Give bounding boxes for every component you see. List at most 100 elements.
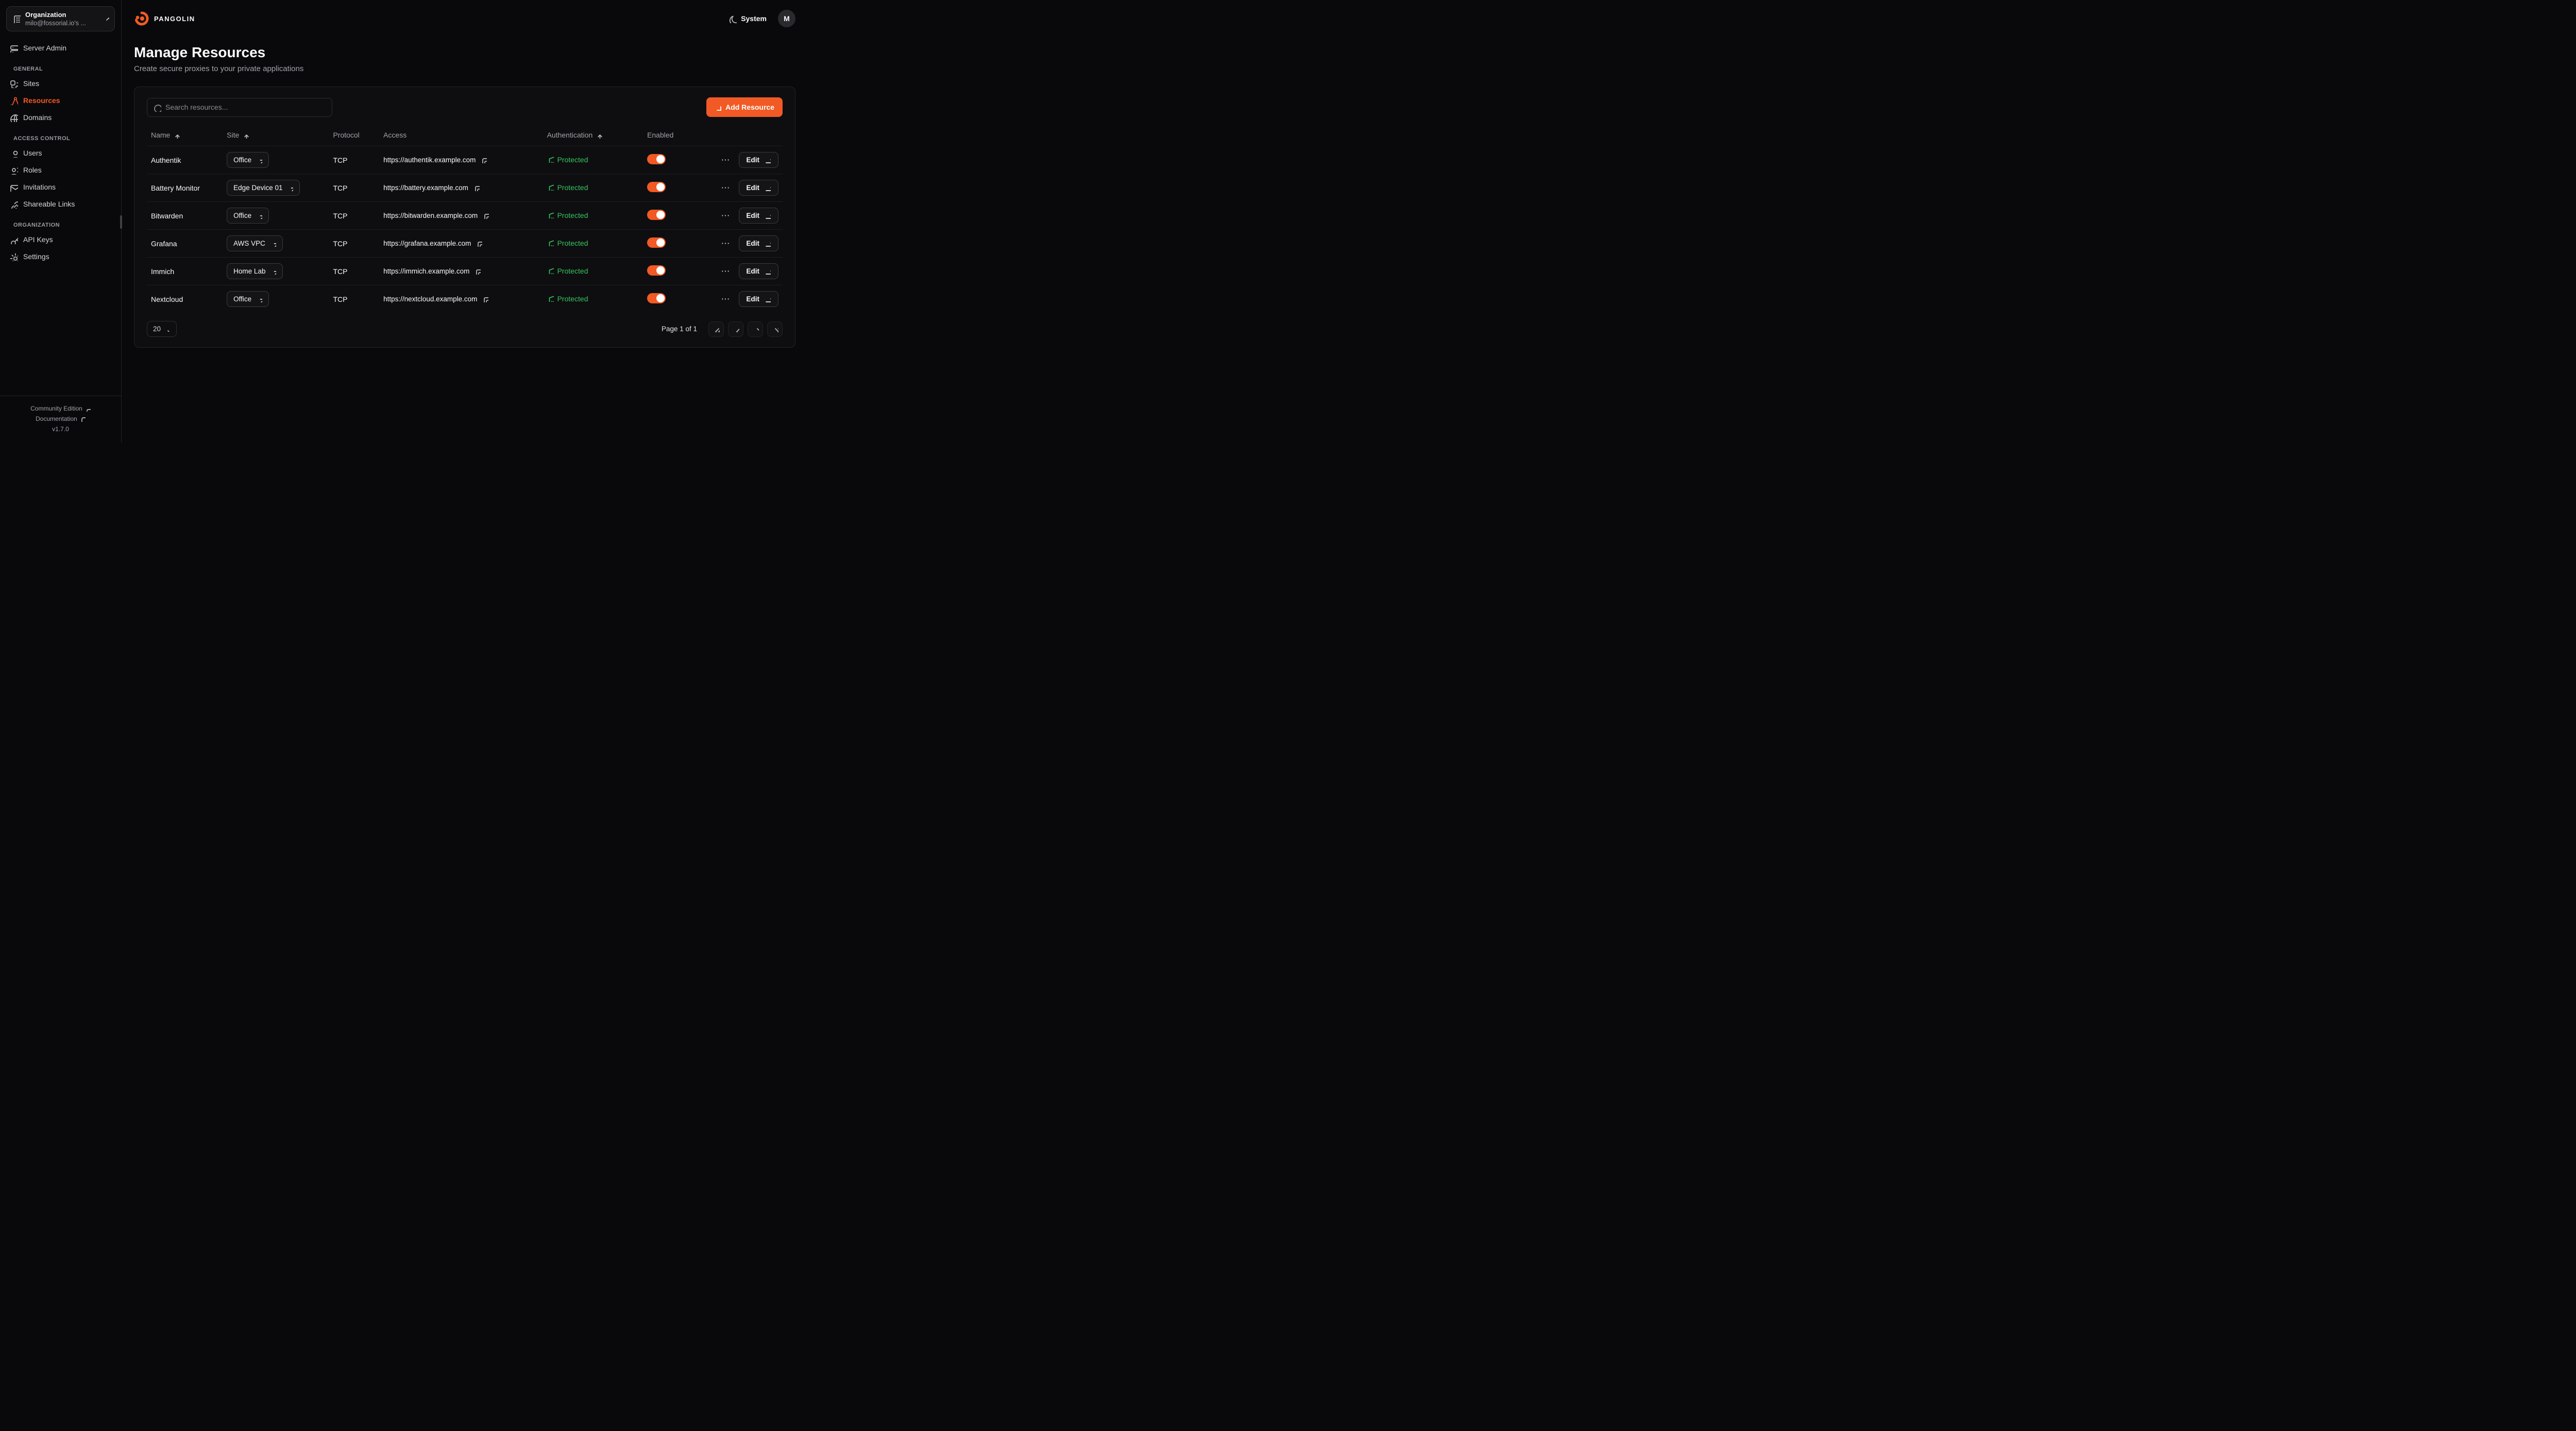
sidebar-item-label: Domains: [23, 113, 52, 122]
sidebar-item-invitations[interactable]: Invitations: [4, 179, 117, 196]
last-page-button[interactable]: [767, 321, 783, 337]
toggle-knob: [656, 294, 665, 302]
protocol-value: TCP: [333, 295, 347, 303]
site-name: Office: [233, 295, 251, 303]
sidebar-item-settings[interactable]: Settings: [4, 248, 117, 265]
community-edition-link[interactable]: Community Edition: [4, 403, 117, 414]
org-selector[interactable]: Organization milo@fossorial.io's ...: [6, 6, 115, 31]
next-page-button[interactable]: [748, 321, 763, 337]
sidebar-item-domains[interactable]: Domains: [4, 109, 117, 126]
page-subtitle: Create secure proxies to your private ap…: [134, 64, 795, 73]
edit-button[interactable]: Edit: [739, 180, 779, 196]
site-link-button[interactable]: Edge Device 01: [227, 180, 300, 196]
table-row: Battery Monitor Edge Device 01 TCP https…: [147, 174, 783, 202]
theme-toggle[interactable]: System: [728, 14, 767, 23]
table-header-row: Name Site Protocol Access Authentication: [147, 124, 783, 146]
edit-label: Edit: [747, 295, 760, 303]
auth-status-label: Protected: [557, 239, 588, 247]
row-menu-button[interactable]: ⋯: [719, 154, 733, 166]
sort-icon: [596, 132, 602, 139]
add-resource-button[interactable]: Add Resource: [706, 97, 783, 117]
copy-url-button[interactable]: [476, 240, 482, 247]
copy-url-button[interactable]: [482, 296, 488, 302]
enabled-toggle[interactable]: [647, 154, 666, 164]
sidebar-item-resources[interactable]: Resources: [4, 92, 117, 109]
enabled-toggle[interactable]: [647, 293, 666, 303]
site-link-button[interactable]: Office: [227, 291, 269, 307]
site-link-button[interactable]: Office: [227, 152, 269, 168]
column-header-access: Access: [383, 131, 406, 139]
sidebar-item-users[interactable]: Users: [4, 145, 117, 162]
search-input[interactable]: [147, 98, 332, 117]
access-url: https://nextcloud.example.com: [383, 295, 477, 303]
site-link-button[interactable]: Home Lab: [227, 263, 283, 279]
edit-button[interactable]: Edit: [739, 291, 779, 307]
sites-icon: [9, 79, 18, 88]
enabled-toggle[interactable]: [647, 210, 666, 220]
enabled-toggle[interactable]: [647, 182, 666, 192]
edit-button[interactable]: Edit: [739, 208, 779, 224]
avatar[interactable]: M: [778, 10, 795, 27]
copy-icon: [480, 157, 487, 163]
sidebar-item-server-admin[interactable]: Server Admin: [4, 40, 117, 57]
row-menu-button[interactable]: ⋯: [719, 265, 733, 278]
shield-check-icon: [547, 267, 554, 274]
table-row: Authentik Office TCP https://authentik.e…: [147, 146, 783, 174]
enabled-toggle[interactable]: [647, 237, 666, 248]
site-name: Edge Device 01: [233, 184, 282, 192]
copy-url-button[interactable]: [473, 184, 480, 191]
row-menu-button[interactable]: ⋯: [719, 293, 733, 305]
copy-url-button[interactable]: [474, 268, 481, 275]
arrow-up-right-icon: [256, 296, 262, 302]
documentation-label: Documentation: [36, 415, 77, 422]
site-name: Home Lab: [233, 267, 265, 275]
row-menu-button[interactable]: ⋯: [719, 182, 733, 194]
page-header: Manage Resources Create secure proxies t…: [122, 37, 808, 87]
auth-status-label: Protected: [557, 156, 588, 164]
table-row: Immich Home Lab TCP https://immich.examp…: [147, 258, 783, 285]
sidebar-item-label: Shareable Links: [23, 200, 75, 208]
add-resource-label: Add Resource: [725, 103, 774, 111]
sort-site-button[interactable]: [242, 132, 249, 139]
sort-authentication-button[interactable]: [596, 132, 602, 139]
brand[interactable]: PANGOLIN: [134, 11, 195, 26]
arrow-right-icon: [764, 184, 771, 191]
documentation-link[interactable]: Documentation: [4, 414, 117, 424]
link-icon: [9, 200, 18, 209]
copy-url-button[interactable]: [480, 157, 487, 163]
enabled-toggle[interactable]: [647, 265, 666, 276]
edit-button[interactable]: Edit: [739, 235, 779, 251]
row-menu-button[interactable]: ⋯: [719, 237, 733, 250]
pangolin-logo-icon: [134, 11, 149, 26]
arrow-up-right-icon: [256, 157, 262, 163]
arrow-up-right-icon: [256, 212, 262, 219]
sidebar-resize-handle[interactable]: [120, 215, 122, 229]
first-page-button[interactable]: [708, 321, 724, 337]
section-label-general: GENERAL: [4, 57, 117, 75]
auth-status-badge: Protected: [547, 239, 588, 247]
page-size-select[interactable]: 20: [147, 321, 177, 337]
sort-icon: [242, 132, 249, 139]
site-link-button[interactable]: Office: [227, 208, 269, 224]
edit-button[interactable]: Edit: [739, 152, 779, 168]
site-name: AWS VPC: [233, 240, 265, 247]
previous-page-button[interactable]: [728, 321, 743, 337]
sidebar-item-sites[interactable]: Sites: [4, 75, 117, 92]
copy-url-button[interactable]: [482, 212, 489, 219]
site-link-button[interactable]: AWS VPC: [227, 235, 283, 251]
sidebar-item-api-keys[interactable]: API Keys: [4, 231, 117, 248]
sidebar-item-roles[interactable]: Roles: [4, 162, 117, 179]
resource-name: Battery Monitor: [151, 184, 200, 192]
table-row: Bitwarden Office TCP https://bitwarden.e…: [147, 202, 783, 230]
roles-icon: [9, 166, 18, 175]
sidebar-item-shareable-links[interactable]: Shareable Links: [4, 196, 117, 213]
sidebar-footer: Community Edition Documentation v1.7.0: [0, 396, 121, 442]
sort-name-button[interactable]: [173, 132, 180, 139]
table-row: Nextcloud Office TCP https://nextcloud.e…: [147, 285, 783, 313]
edit-button[interactable]: Edit: [739, 263, 779, 279]
sidebar-item-label: Server Admin: [23, 44, 66, 52]
shield-check-icon: [547, 295, 554, 302]
row-menu-button[interactable]: ⋯: [719, 210, 733, 222]
edit-label: Edit: [747, 184, 760, 192]
toggle-knob: [656, 155, 665, 163]
